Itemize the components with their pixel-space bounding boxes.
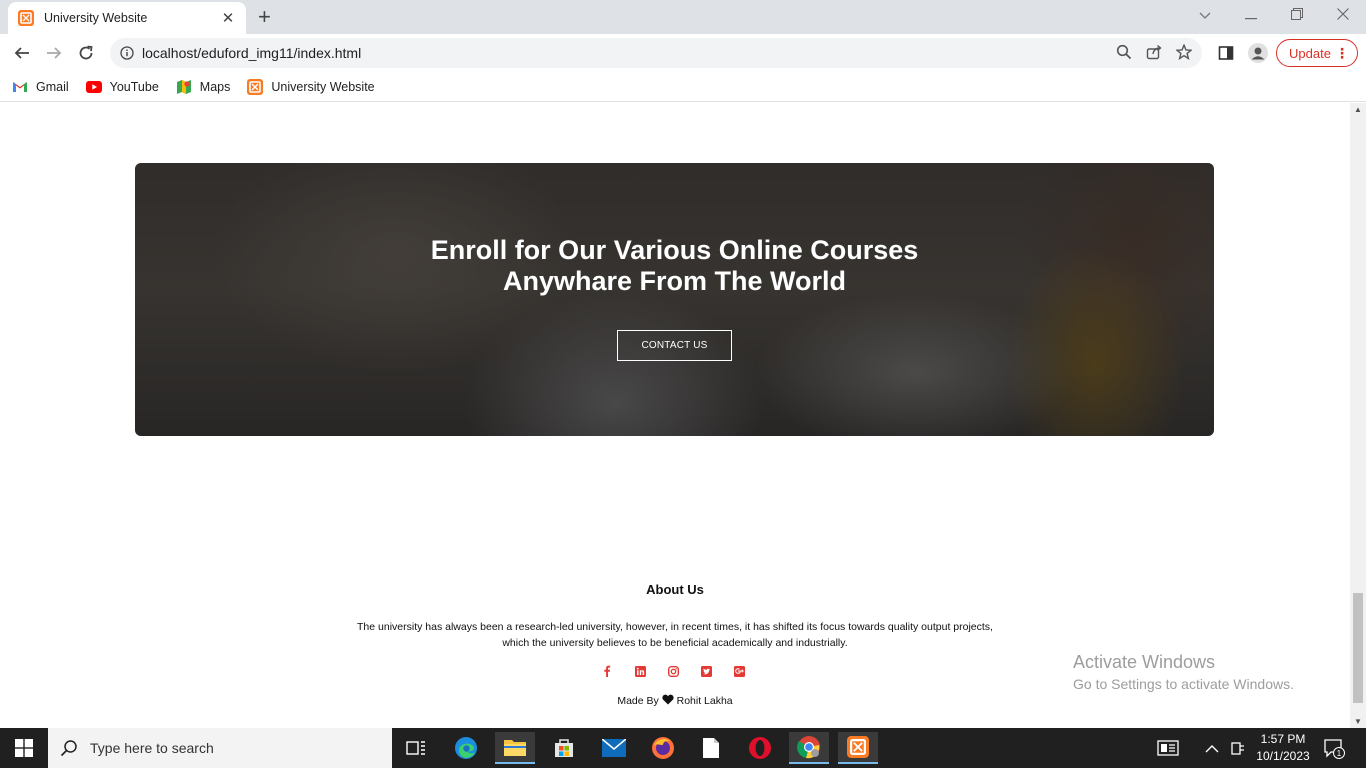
taskbar-search-placeholder: Type here to search (90, 740, 214, 756)
instagram-icon[interactable] (665, 663, 681, 679)
browser-toolbar: localhost/eduford_img11/index.html Updat… (0, 34, 1366, 72)
xampp-icon (247, 78, 264, 95)
notification-center-icon[interactable]: 1 (1323, 728, 1345, 768)
mail-icon[interactable] (594, 732, 634, 764)
opera-icon[interactable] (740, 732, 780, 764)
tray-network-icon[interactable] (1229, 728, 1245, 768)
activate-windows-subtitle: Go to Settings to activate Windows. (1073, 676, 1294, 692)
xampp-icon (18, 10, 34, 26)
side-panel-icon[interactable] (1215, 42, 1237, 64)
scroll-up-arrow-icon[interactable]: ▲ (1354, 105, 1362, 114)
bookmark-star-icon[interactable] (1176, 44, 1192, 60)
page-scrollbar[interactable]: ▲ ▼ (1350, 103, 1366, 728)
taskbar-search-box[interactable]: Type here to search (48, 728, 392, 768)
scroll-down-arrow-icon[interactable]: ▼ (1354, 717, 1362, 726)
tab-strip: University Website ✕ + (0, 0, 1366, 34)
made-by-prefix: Made By (617, 695, 659, 707)
xampp-taskbar-icon[interactable] (838, 732, 878, 764)
banner-heading-line1: Enroll for Our Various Online Courses (430, 235, 919, 265)
share-icon[interactable] (1146, 44, 1162, 60)
update-button[interactable]: Update ⋮ (1276, 39, 1358, 67)
about-us-text: The university has always been a researc… (300, 619, 1050, 651)
windows-start-icon[interactable] (0, 728, 48, 768)
enroll-banner: Enroll for Our Various Online Courses An… (135, 163, 1214, 436)
google-plus-icon[interactable] (731, 663, 747, 679)
bookmark-youtube[interactable]: YouTube (85, 79, 159, 95)
microsoft-store-icon[interactable] (544, 732, 584, 764)
task-view-icon[interactable] (396, 732, 436, 764)
banner-heading: Enroll for Our Various Online Courses An… (135, 235, 1214, 297)
bookmarks-bar: Gmail YouTube Maps University Website (0, 72, 1366, 102)
browser-tab[interactable]: University Website ✕ (8, 2, 246, 34)
tray-chevron-up-icon[interactable] (1205, 728, 1219, 768)
bookmark-maps[interactable]: Maps (176, 79, 230, 95)
clock-date: 10/1/2023 (1256, 749, 1310, 763)
close-window-icon[interactable] (1320, 0, 1366, 30)
banner-overlay (135, 163, 1214, 436)
tab-search-chevron-icon[interactable] (1182, 0, 1228, 30)
site-info-icon[interactable] (120, 46, 134, 60)
tray-news-icon[interactable] (1157, 728, 1179, 768)
zoom-icon[interactable] (1116, 44, 1132, 60)
tab-title: University Website (44, 11, 148, 25)
contact-us-button[interactable]: CONTACT US (617, 330, 732, 361)
more-menu-icon[interactable]: ⋮ (1335, 43, 1349, 63)
heart-icon (662, 694, 674, 705)
back-arrow-icon[interactable] (10, 41, 34, 65)
banner-heading-line2: Anywhare From The World (502, 266, 847, 296)
url-text: localhost/eduford_img11/index.html (142, 45, 362, 61)
restore-icon[interactable] (1274, 0, 1320, 30)
reload-icon[interactable] (74, 41, 98, 65)
new-tab-icon[interactable]: + (258, 6, 271, 28)
notepad-file-icon[interactable] (691, 732, 731, 764)
youtube-icon (85, 79, 102, 95)
address-bar[interactable]: localhost/eduford_img11/index.html (110, 38, 1202, 68)
social-links (599, 663, 747, 679)
search-icon (60, 740, 77, 757)
made-by-name: Rohit Lakha (676, 695, 733, 707)
clock-time: 1:57 PM (1260, 732, 1306, 746)
activate-windows-title: Activate Windows (1073, 652, 1216, 672)
edge-browser-icon[interactable] (446, 732, 486, 764)
taskbar-clock[interactable]: 1:57 PM 10/1/2023 (1250, 731, 1316, 765)
about-us-title: About Us (646, 582, 704, 597)
notification-count: 1 (1337, 749, 1342, 758)
bookmark-university-website[interactable]: University Website (247, 78, 375, 95)
about-text-line1: The university has always been a researc… (357, 621, 993, 633)
forward-arrow-icon[interactable] (42, 41, 66, 65)
bookmark-gmail[interactable]: Gmail (12, 79, 69, 95)
twitter-icon[interactable] (698, 663, 714, 679)
minimize-icon[interactable] (1228, 0, 1274, 30)
activate-windows-watermark: Activate Windows Go to Settings to activ… (1073, 652, 1294, 692)
about-text-line2: which the university believes to be bene… (502, 637, 848, 649)
scrollbar-thumb[interactable] (1353, 593, 1363, 703)
page-viewport: Enroll for Our Various Online Courses An… (0, 103, 1350, 728)
made-by-credit: Made By Rohit Lakha (0, 694, 1350, 707)
chrome-icon[interactable] (789, 732, 829, 764)
maps-icon (176, 79, 192, 95)
firefox-icon[interactable] (643, 732, 683, 764)
gmail-icon (12, 79, 28, 95)
facebook-icon[interactable] (599, 663, 615, 679)
profile-avatar-icon[interactable] (1247, 42, 1269, 64)
windows-taskbar: Type here to search 1:57 PM 10/1/2023 1 (0, 728, 1366, 768)
tab-close-icon[interactable]: ✕ (220, 9, 236, 27)
update-label: Update (1289, 45, 1331, 61)
linkedin-icon[interactable] (632, 663, 648, 679)
file-explorer-icon[interactable] (495, 732, 535, 764)
